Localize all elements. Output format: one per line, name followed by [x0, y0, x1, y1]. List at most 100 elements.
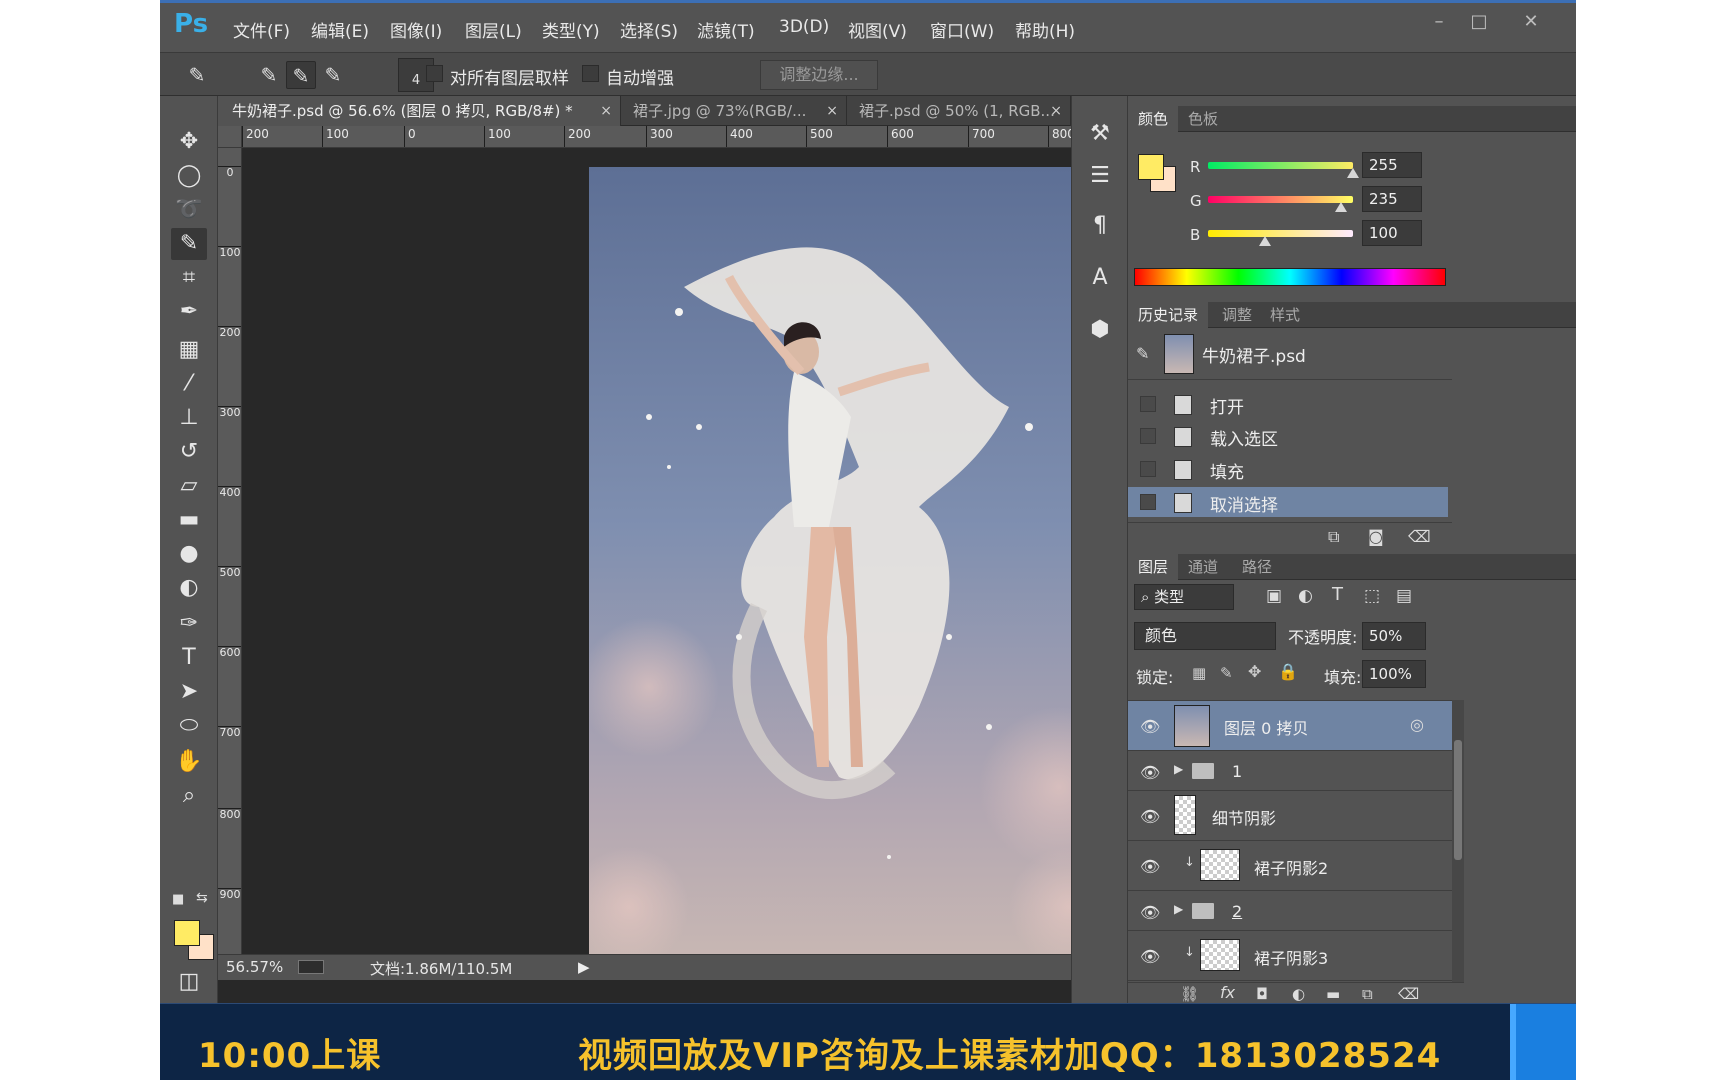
vertical-ruler[interactable]: 0 100 200 300 400 500 600 700 800 900 [218, 148, 242, 954]
layer-row[interactable]: 👁 细节阴影 [1128, 791, 1452, 841]
tab-dress-psd[interactable]: 裙子.psd @ 50% (1, RGB... × [847, 96, 1071, 126]
channel-r-value[interactable]: 255 [1362, 152, 1422, 178]
refine-edge-button[interactable]: 调整边缘... [760, 60, 878, 90]
tab-paths[interactable]: 路径 [1232, 554, 1282, 580]
trash-icon[interactable]: ⌫ [1398, 985, 1419, 1003]
menu-image[interactable]: 图像(I) [390, 17, 442, 42]
lock-transparency-icon[interactable]: ▦ [1192, 664, 1206, 682]
quick-mask-icon[interactable]: ◫ [171, 966, 207, 998]
tab-color[interactable]: 颜色 [1128, 106, 1179, 132]
shape-filter-icon[interactable]: ⬚ [1364, 586, 1380, 606]
lasso-icon[interactable]: ➰ [171, 194, 207, 226]
history-item[interactable]: 载入选区 [1128, 421, 1448, 451]
tab-adjustments[interactable]: 调整 [1212, 302, 1262, 328]
menu-view[interactable]: 视图(V) [848, 17, 907, 42]
tab-milk-dress-psd[interactable]: 牛奶裙子.psd @ 56.6% (图层 0 拷贝, RGB/8#) * × [218, 96, 621, 126]
auto-enhance-checkbox[interactable] [582, 65, 599, 82]
channel-g-slider[interactable] [1208, 196, 1353, 203]
smart-object-filter-icon[interactable]: ▤ [1396, 586, 1412, 606]
layer-row[interactable]: 👁 ↓ 裙子阴影3 [1128, 931, 1452, 981]
close-button[interactable]: ✕ [1514, 11, 1548, 33]
menu-layer[interactable]: 图层(L) [465, 17, 522, 42]
channel-r-thumb[interactable] [1347, 168, 1359, 178]
subtract-from-selection-icon[interactable]: ✎ [318, 61, 348, 89]
menu-select[interactable]: 选择(S) [620, 17, 678, 42]
channel-b-value[interactable]: 100 [1362, 220, 1422, 246]
adjustment-filter-icon[interactable]: ◐ [1298, 586, 1313, 606]
dodge-icon[interactable]: ◐ [171, 572, 207, 604]
tab-channels[interactable]: 通道 [1178, 554, 1228, 580]
paragraph-icon[interactable]: ¶ [1084, 210, 1116, 242]
pen-icon[interactable]: ✑ [171, 608, 207, 640]
layer-group-row[interactable]: 👁 ▶ 2 [1128, 891, 1452, 931]
3d-panel-icon[interactable]: ⬢ [1084, 314, 1116, 346]
menu-file[interactable]: 文件(F) [233, 17, 290, 42]
history-item[interactable]: 填充 [1128, 454, 1448, 484]
type-tool-icon[interactable]: T [171, 642, 207, 674]
zoom-icon[interactable]: ⌕ [171, 780, 207, 812]
lock-all-icon[interactable]: 🔒 [1278, 662, 1298, 681]
maximize-button[interactable]: □ [1462, 11, 1496, 33]
eye-icon[interactable]: 👁 [1140, 807, 1160, 826]
layer-row[interactable]: 👁 ↓ 裙子阴影2 [1128, 841, 1452, 891]
tab-swatches[interactable]: 色板 [1178, 106, 1228, 132]
layer-filter-select[interactable]: ⌕ 类型 [1134, 584, 1234, 610]
color-spectrum-ramp[interactable] [1134, 268, 1446, 286]
add-mask-icon[interactable]: ◘ [1256, 985, 1268, 1003]
fill-input[interactable]: 100% [1362, 660, 1426, 688]
tab-history[interactable]: 历史记录 [1128, 302, 1209, 328]
eraser-icon[interactable]: ▱ [171, 470, 207, 502]
healing-brush-icon[interactable]: ▦ [171, 334, 207, 366]
pixel-filter-icon[interactable]: ▣ [1266, 586, 1282, 606]
link-layers-icon[interactable]: ⛓ [1180, 985, 1199, 1003]
close-tab-icon[interactable]: × [1050, 96, 1062, 126]
minimize-button[interactable]: – [1422, 11, 1456, 33]
ruler-origin[interactable] [218, 126, 242, 148]
history-checkbox[interactable] [1140, 461, 1156, 477]
eye-icon[interactable]: 👁 [1140, 903, 1160, 922]
channel-b-thumb[interactable] [1258, 236, 1271, 246]
eye-icon[interactable]: 👁 [1140, 947, 1160, 966]
new-document-from-state-icon[interactable]: ⧉ [1328, 527, 1339, 547]
menu-type[interactable]: 类型(Y) [542, 17, 600, 42]
elliptical-marquee-icon[interactable]: ◯ [171, 160, 207, 192]
horizontal-ruler[interactable]: 200 100 0 100 200 300 400 500 600 700 80… [242, 126, 1071, 148]
quick-selection-preset-icon[interactable]: ✎ [182, 61, 212, 89]
menu-window[interactable]: 窗口(W) [930, 17, 994, 42]
close-tab-icon[interactable]: × [600, 96, 612, 126]
history-item-selected[interactable]: 取消选择 [1128, 487, 1448, 517]
add-to-selection-icon[interactable]: ✎ [286, 61, 316, 89]
crop-icon[interactable]: ⌗ [171, 262, 207, 294]
sample-all-layers-checkbox[interactable] [426, 65, 443, 82]
character-icon[interactable]: A [1084, 262, 1116, 294]
lock-position-icon[interactable]: ✥ [1248, 662, 1261, 681]
menu-edit[interactable]: 编辑(E) [311, 17, 369, 42]
expand-arrow-icon[interactable]: ▶ [1174, 762, 1183, 776]
layers-scrollbar[interactable] [1452, 700, 1464, 982]
history-checkbox[interactable] [1140, 494, 1156, 510]
new-group-icon[interactable]: ▬ [1326, 985, 1340, 1003]
ellipse-shape-icon[interactable]: ⬭ [171, 710, 207, 742]
trash-icon[interactable]: ⌫ [1408, 527, 1431, 546]
new-layer-icon[interactable]: ⧉ [1362, 985, 1373, 1003]
history-brush-icon[interactable]: ↺ [171, 436, 207, 468]
eye-icon[interactable]: 👁 [1140, 763, 1160, 782]
gradient-icon[interactable]: ▬ [171, 504, 207, 536]
history-item[interactable]: 打开 [1128, 389, 1448, 419]
clone-stamp-icon[interactable]: ⊥ [171, 402, 207, 434]
lock-pixels-icon[interactable]: ✎ [1220, 664, 1233, 682]
channel-g-value[interactable]: 235 [1362, 186, 1422, 212]
eye-icon[interactable]: 👁 [1140, 717, 1160, 736]
history-brush-source-icon[interactable]: ✎ [1136, 344, 1149, 363]
tool-presets-icon[interactable]: ⚒ [1084, 118, 1116, 150]
expand-arrow-icon[interactable]: ▶ [1174, 902, 1183, 916]
camera-icon[interactable]: ◙ [1368, 527, 1384, 546]
foreground-color-swatch[interactable] [174, 920, 200, 946]
scrollbar-thumb[interactable] [1454, 740, 1462, 860]
tab-dress-jpg[interactable]: 裙子.jpg @ 73%(RGB/... × [621, 96, 847, 126]
layer-group-row[interactable]: 👁 ▶ 1 [1128, 751, 1452, 791]
new-selection-icon[interactable]: ✎ [254, 61, 284, 89]
layer-row[interactable]: 👁 图层 0 拷贝 ◎ [1128, 701, 1452, 751]
eyedropper-icon[interactable]: ✒ [171, 296, 207, 328]
history-checkbox[interactable] [1140, 428, 1156, 444]
